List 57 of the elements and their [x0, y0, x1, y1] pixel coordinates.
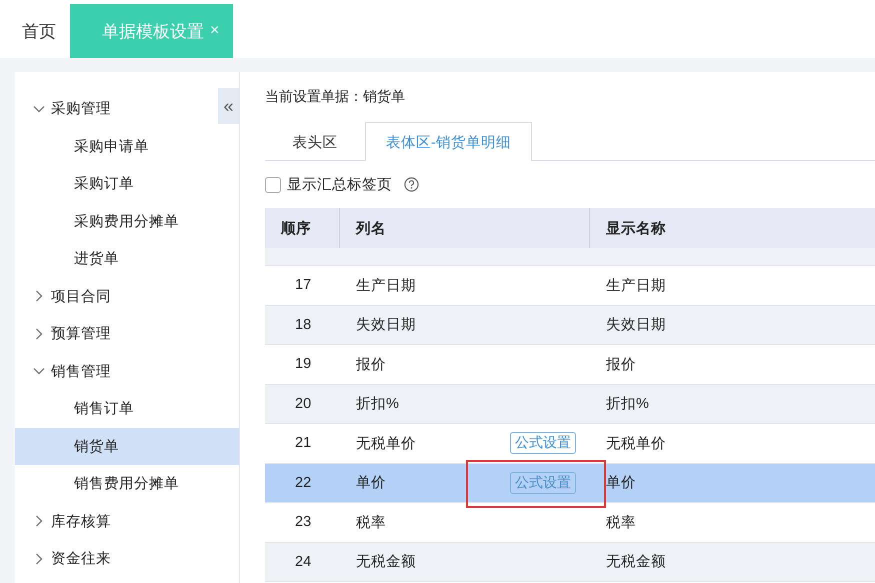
group-label: 项目合同 [51, 288, 111, 306]
table-row[interactable]: 20 折扣% 折扣% [265, 384, 875, 424]
current-document-label: 当前设置单据：销货单 [265, 88, 406, 106]
page-tab[interactable]: 首页 [8, 4, 70, 58]
table-cell-text: 无税单价 [605, 434, 667, 453]
table-cell-text: 22 [294, 474, 312, 491]
chevron-right-icon [33, 290, 45, 302]
table-cell-text: 报价 [356, 356, 386, 374]
table-cell-text: 税率 [356, 514, 386, 532]
table-cell-text: 17 [294, 277, 312, 294]
group-label: 采购管理 [51, 100, 111, 118]
table-cell-text: 19 [294, 356, 312, 372]
table-cell-text: 20 [294, 396, 312, 412]
table-cell-text: 税率 [605, 514, 637, 532]
table-cell-text: 23 [294, 514, 312, 530]
table-cell-text: 折扣% [605, 395, 650, 414]
sidebar-group[interactable]: 销售管理 [15, 352, 215, 390]
table-cell-text: 失效日期 [356, 316, 416, 334]
checkbox-label: 显示汇总标签页 [287, 176, 392, 194]
group-label: 销售管理 [51, 362, 111, 381]
sidebar-item[interactable]: 进货单 [15, 240, 239, 278]
group-label: 库存核算 [51, 512, 111, 531]
sidebar-item[interactable]: 采购订单 [15, 165, 239, 202]
sidebar-group[interactable]: 预算管理 [15, 315, 215, 352]
sidebar-group[interactable]: 项目合同 [15, 278, 215, 315]
help-icon[interactable] [404, 177, 419, 192]
table-cell-text: 无税单价 [356, 434, 416, 453]
table-cell-text: 单价 [356, 474, 386, 492]
chevron-right-icon [33, 552, 45, 565]
collapse-button[interactable]: « [218, 88, 239, 124]
table-row[interactable]: 24 无税金额 无税金额 [265, 542, 875, 582]
table-cell-text: 无税金额 [605, 552, 667, 572]
table-cell-text: 无税金额 [356, 552, 416, 572]
table-cell-text: 生产日期 [605, 276, 667, 295]
group-label: 预算管理 [51, 325, 111, 344]
sidebar-item[interactable]: 销售订单 [15, 390, 239, 428]
chevron-right-icon [33, 328, 45, 340]
sidebar-item[interactable]: 采购费用分摊单 [15, 202, 239, 240]
area-tab[interactable]: 表头区 [265, 122, 365, 161]
chevron-right-icon [33, 515, 45, 528]
sidebar-group[interactable]: 资金往来 [15, 540, 215, 578]
table-cell-text: 生产日期 [356, 276, 416, 295]
sidebar-item[interactable]: 销售费用分摊单 [15, 465, 239, 502]
table-cell-text: 单价 [605, 474, 637, 492]
table-cell-text: 报价 [605, 356, 637, 374]
sidebar-group[interactable]: 采购管理 [15, 90, 215, 128]
table-cell-text: 失效日期 [605, 316, 667, 334]
table-cell-text: 18 [294, 316, 312, 333]
table-cell-text: 24 [294, 554, 312, 570]
checkbox[interactable] [265, 176, 281, 192]
table-row[interactable]: 18 失效日期 失效日期 [265, 306, 875, 345]
sidebar-item[interactable]: 销货单 [15, 428, 239, 465]
sidebar-item[interactable]: 采购申请单 [15, 128, 239, 165]
table-cell-text: 21 [294, 435, 312, 452]
group-label: 资金往来 [51, 550, 111, 568]
sidebar-group[interactable]: 库存核算 [15, 502, 215, 540]
table-cell-text: 折扣% [356, 395, 399, 414]
